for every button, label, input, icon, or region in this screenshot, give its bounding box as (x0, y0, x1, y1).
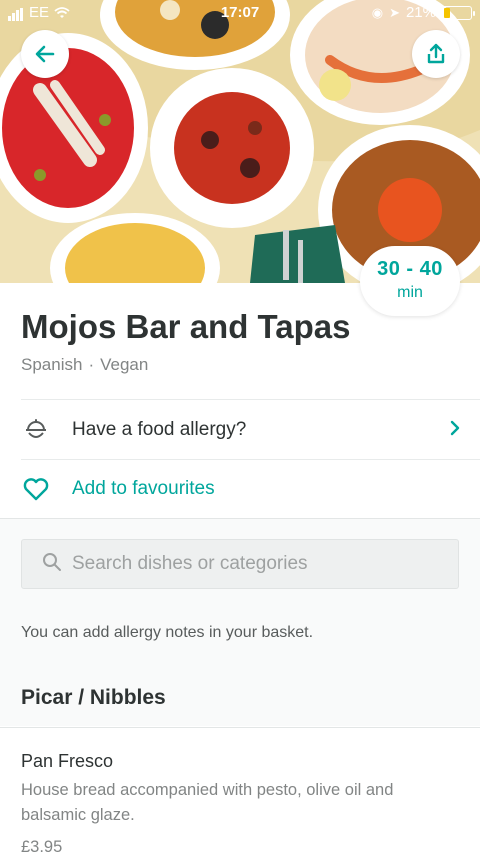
cuisine-separator: · (88, 355, 95, 374)
hero-image (0, 0, 480, 283)
allergy-icon (21, 415, 51, 445)
share-icon (427, 43, 445, 64)
add-to-favourites-row[interactable]: Add to favourites (0, 460, 480, 518)
menu-section-title: Picar / Nibbles (21, 686, 166, 709)
orientation-lock-icon: ◉ (371, 4, 384, 20)
battery-percent: 21% (405, 4, 436, 21)
dish-name: Pan Fresco (21, 751, 114, 771)
back-button[interactable] (21, 30, 69, 78)
battery-icon (442, 5, 475, 20)
cuisine-tag: Spanish (21, 355, 83, 374)
eta-unit: min (397, 284, 423, 301)
share-button[interactable] (412, 30, 460, 78)
favourites-label: Add to favourites (72, 478, 215, 499)
back-arrow-icon (35, 45, 55, 63)
search-placeholder: Search dishes or categories (72, 553, 308, 574)
status-bar: EE 17:07 ◉ ➤ 21% (0, 0, 480, 26)
allergy-note: You can add allergy notes in your basket… (21, 624, 314, 641)
food-allergy-row[interactable]: Have a food allergy? (0, 401, 480, 459)
restaurant-name: Mojos Bar and Tapas (21, 308, 351, 345)
heart-icon (21, 474, 51, 504)
chevron-right-icon (448, 419, 462, 442)
status-right: ◉ ➤ 21% (371, 4, 475, 21)
divider (21, 399, 480, 400)
dish-description: House bread accompanied with pesto, oliv… (21, 781, 394, 824)
allergy-label: Have a food allergy? (72, 419, 247, 440)
location-icon: ➤ (389, 4, 400, 20)
search-input[interactable]: Search dishes or categories (21, 539, 459, 589)
search-icon (42, 552, 62, 577)
delivery-eta-badge: 30 - 40 min (360, 246, 460, 316)
tapas-photo (0, 0, 480, 283)
cuisine-tags: Spanish · Vegan (21, 355, 148, 375)
eta-range: 30 - 40 (377, 258, 443, 280)
dish-price: £3.95 (21, 838, 63, 853)
cuisine-tag: Vegan (100, 355, 149, 374)
